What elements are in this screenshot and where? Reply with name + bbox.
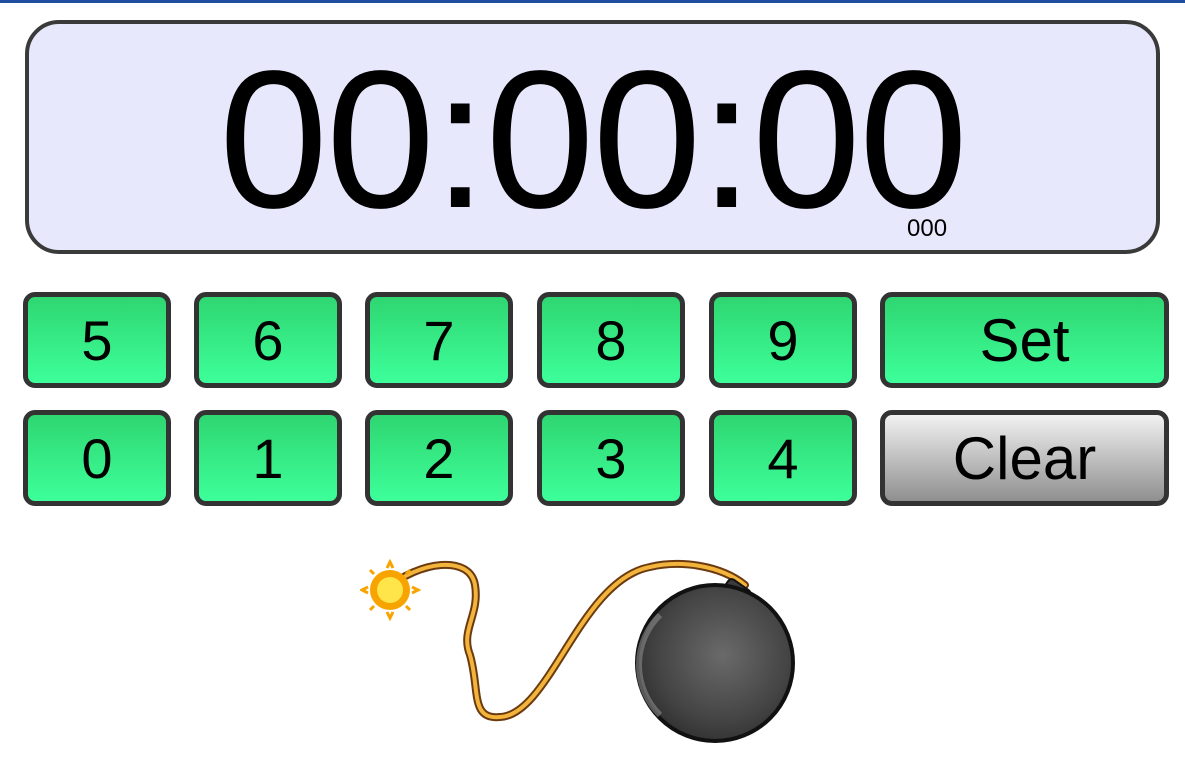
spark-icon [360,558,422,622]
digit-1-button[interactable]: 1 [194,410,342,506]
bomb-icon [360,558,795,743]
digit-5-button[interactable]: 5 [23,292,171,388]
digit-0-button[interactable]: 0 [23,410,171,506]
timer-display: 00:00:00 000 [25,20,1160,254]
digit-6-button[interactable]: 6 [194,292,342,388]
digit-4-button[interactable]: 4 [709,410,857,506]
top-accent-bar [0,0,1185,3]
digit-3-button[interactable]: 3 [537,410,685,506]
digit-7-button[interactable]: 7 [365,292,513,388]
clear-button[interactable]: Clear [880,410,1169,506]
time-readout: 00:00:00 [219,30,968,249]
set-button[interactable]: Set [880,292,1169,388]
digit-9-button[interactable]: 9 [709,292,857,388]
digit-8-button[interactable]: 8 [537,292,685,388]
digit-2-button[interactable]: 2 [365,410,513,506]
milliseconds-readout: 000 [907,215,948,242]
